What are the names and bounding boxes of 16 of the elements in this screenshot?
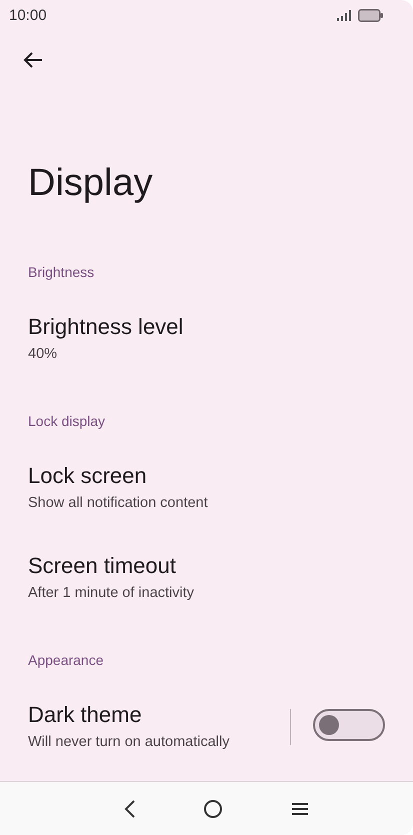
home-icon[interactable] [203,798,224,818]
battery-icon [358,8,383,22]
setting-item[interactable]: Screen timeout After 1 minute of inactivity [0,534,413,624]
menu-icon[interactable] [291,802,310,816]
status-time: 10:00 [9,6,48,24]
back-icon[interactable] [124,798,136,818]
page-title: Display [28,161,153,206]
setting-item[interactable]: Dark theme Will never turn on automatically [0,683,413,773]
back-arrow-icon[interactable] [23,52,43,68]
section-header: Brightness [28,264,94,280]
signal-icon [337,10,351,20]
section-header: Lock display [28,413,106,429]
toggle-switch[interactable] [313,709,385,741]
section-header: Appearance [28,652,104,668]
setting-item[interactable]: Lock screen Show all notification content [0,444,413,534]
setting-item[interactable]: Brightness level 40% [0,295,413,385]
